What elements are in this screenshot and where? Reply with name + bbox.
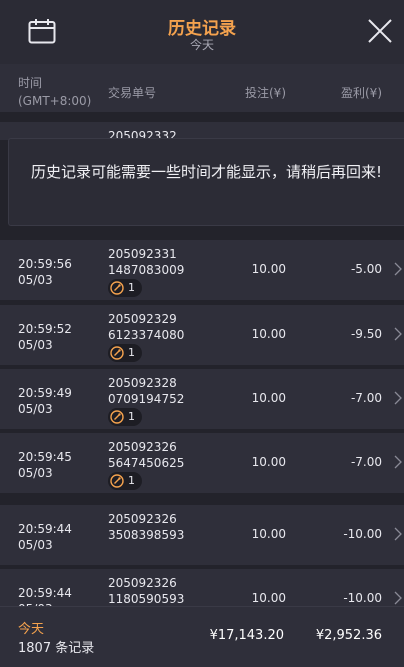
row-order-line2: 6123374080 [108,328,185,342]
row-order-line2: 1180590593 [108,592,185,606]
game-count-badge: 1 [108,279,142,297]
history-row[interactable]: 20:59:4405/03 205092326 1180590593 10.00 -10… [0,567,404,606]
chevron-right-icon[interactable] [394,455,402,469]
chevron-right-icon[interactable] [394,391,402,405]
row-order-line1: 205092329 [108,312,177,326]
badge-count: 1 [128,474,135,487]
history-row[interactable]: 20:59:44 05/03 205092326 3508398593 10.00 -10… [0,503,404,565]
game-token-icon [110,346,124,360]
row-date-value: 05/03 [18,402,53,416]
row-date-value: 05/03 [18,466,53,480]
row-bet: 10.00 [251,455,286,469]
row-order-line2: 5647450625 [108,456,185,470]
summary-footer: 今天 1807 条记录 ¥17,143.20 ¥2,952.36 [0,606,404,667]
row-order: 205092328 0709194752 1 [108,375,184,428]
close-icon[interactable] [366,17,394,45]
column-header: 时间 (GMT+8:00) 交易单号 投注(¥) 盈利(¥) [0,64,404,112]
row-time-value: 20:59:49 [18,386,72,400]
row-order-line1: 205092331 [108,247,177,261]
game-count-badge: 1 [108,472,142,490]
row-order: 205092326 1180590593 [108,575,184,606]
row-time: 20:59:45 05/03 [18,449,72,481]
row-time-value: 20:59:44 [18,586,72,600]
badge-count: 1 [128,410,135,423]
row-bet: 10.00 [251,262,286,276]
row-time: 20:59:49 05/03 [18,385,72,417]
column-profit: 盈利(¥) [341,86,382,100]
game-count-badge: 1 [108,344,142,362]
row-bet: 10.00 [251,527,286,541]
chevron-right-icon[interactable] [394,591,402,605]
record-count: 1807 条记录 [18,641,95,656]
chevron-right-icon[interactable] [394,527,402,541]
row-bet: 10.00 [251,591,286,605]
row-date-value: 05/03 [18,338,53,352]
row-order-line1: 205092328 [108,376,177,390]
total-profit: ¥2,952.36 [315,628,382,643]
row-profit: -9.50 [350,327,382,341]
row-order-line2: 0709194752 [108,392,185,406]
row-order-line2: 1487083009 [108,263,185,277]
column-order: 交易单号 [108,86,157,100]
row-bet: 10.00 [251,327,286,341]
history-row[interactable]: 20:59:45 05/03 205092326 5647450625 1 10.00 -7… [0,431,404,493]
notice-toast: 历史记录可能需要一些时间才能显示，请稍后再回来! [8,138,404,226]
row-time: 20:59:4405/03 [18,585,72,606]
footer-today: 今天 [18,622,45,637]
header-bar: 历史记录 今天 [0,0,404,64]
row-profit: -7.00 [350,455,382,469]
chevron-right-icon[interactable] [394,327,402,341]
badge-count: 1 [128,281,135,294]
row-time: 20:59:44 05/03 [18,521,72,553]
game-count-badge: 1 [108,408,142,426]
row-profit: -5.00 [350,262,382,276]
row-order: 205092326 3508398593 [108,511,184,543]
row-order-line2: 3508398593 [108,528,185,542]
column-time-zone: (GMT+8:00) [18,94,92,108]
row-time-value: 20:59:45 [18,450,72,464]
row-time-value: 20:59:56 [18,257,72,271]
game-token-icon [110,410,124,424]
row-bet: 10.00 [251,391,286,405]
chevron-right-icon[interactable] [394,262,402,276]
game-token-icon [110,281,124,295]
total-bet: ¥17,143.20 [209,628,284,643]
row-time: 20:59:52 05/03 [18,321,72,353]
row-profit: -7.00 [350,391,382,405]
row-date-value: 05/03 [18,538,53,552]
row-time-value: 20:59:52 [18,322,72,336]
history-row[interactable]: 20:59:52 05/03 205092329 6123374080 1 10.00 -9… [0,303,404,365]
row-order: 205092329 6123374080 1 [108,311,184,364]
row-profit: -10.00 [343,527,382,541]
row-order-line1: 205092326 [108,512,177,526]
row-profit: -10.00 [343,591,382,605]
column-time: 时间 [18,76,43,90]
row-order-line1: 205092326 [108,440,177,454]
notice-message: 历史记录可能需要一些时间才能显示，请稍后再回来! [30,163,382,181]
row-order: 205092326 5647450625 1 [108,439,184,492]
row-order-line1: 205092326 [108,576,177,590]
date-filter-label[interactable]: 今天 [0,36,404,53]
row-date-value: 05/03 [18,273,53,287]
row-order: 205092331 1487083009 1 [108,246,184,299]
badge-count: 1 [128,346,135,359]
column-bet: 投注(¥) [245,86,286,100]
history-row[interactable]: 20:59:56 05/03 205092331 1487083009 1 10.00 -5… [0,238,404,300]
game-token-icon [110,474,124,488]
row-time-value: 20:59:44 [18,522,72,536]
history-row[interactable]: 20:59:49 05/03 205092328 0709194752 1 10.00 -7… [0,367,404,429]
row-time: 20:59:56 05/03 [18,256,72,288]
